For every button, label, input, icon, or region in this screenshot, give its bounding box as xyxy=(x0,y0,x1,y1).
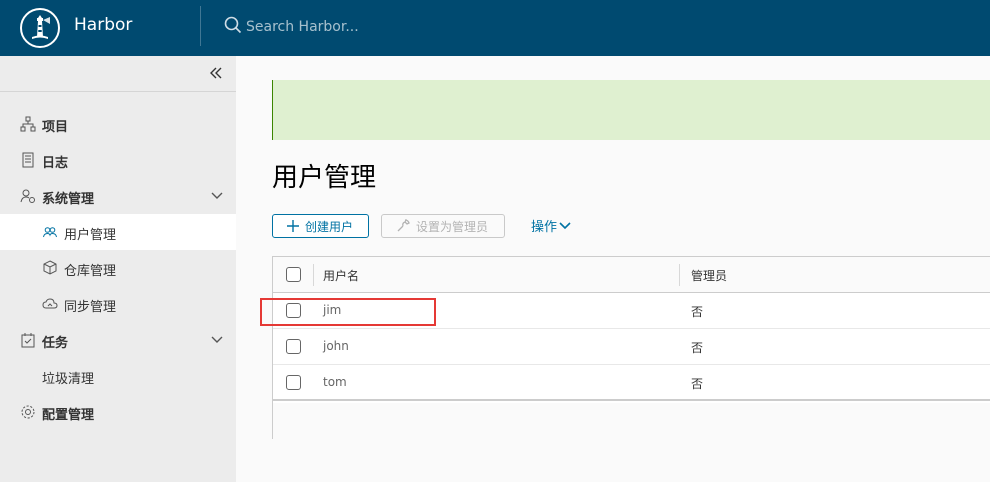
username-cell: tom xyxy=(323,375,347,389)
sidebar-item-label: 仓库管理 xyxy=(64,264,117,279)
plus-icon xyxy=(287,220,299,232)
sidebar-item-replication[interactable]: 同步管理 xyxy=(0,286,236,322)
wrench-icon xyxy=(396,219,410,233)
sidebar-item-label: 同步管理 xyxy=(64,300,117,315)
chevron-down-icon[interactable] xyxy=(210,190,224,202)
header-divider xyxy=(200,6,201,46)
replication-icon xyxy=(42,296,58,312)
sidebar-item-system-admin[interactable]: 系统管理 xyxy=(0,178,236,214)
sidebar-item-registries[interactable]: 仓库管理 xyxy=(0,250,236,286)
tasks-icon xyxy=(20,332,36,348)
sidebar-item-label: 配置管理 xyxy=(42,408,95,423)
table-row[interactable]: tom 否 xyxy=(273,365,990,401)
chevron-down-icon[interactable] xyxy=(210,334,224,346)
harbor-logo-icon[interactable] xyxy=(20,8,60,48)
sidebar-collapse-row xyxy=(0,56,236,92)
actions-label: 操作 xyxy=(531,220,558,235)
sidebar-item-label: 日志 xyxy=(42,156,69,171)
username-cell: jim xyxy=(323,303,342,317)
registries-icon xyxy=(42,260,58,276)
column-header-admin[interactable]: 管理员 xyxy=(691,267,727,284)
sidebar-item-label: 垃圾清理 xyxy=(42,372,95,387)
sidebar: 项目 日志 系统管理 用户管理 仓库管理 同步管理 任务 垃圾清理 配置管理 xyxy=(0,56,236,482)
users-table: 用户名 管理员 jim 否 john 否 tom 否 xyxy=(272,256,990,439)
sidebar-item-user-management[interactable]: 用户管理 xyxy=(0,214,236,250)
admin-cell: 否 xyxy=(691,377,704,391)
table-footer xyxy=(273,403,990,439)
system-admin-icon xyxy=(20,188,36,204)
select-all-checkbox[interactable] xyxy=(286,267,301,282)
search-icon xyxy=(224,16,242,38)
table-header: 用户名 管理员 xyxy=(273,257,990,293)
row-checkbox[interactable] xyxy=(286,303,301,318)
row-checkbox[interactable] xyxy=(286,375,301,390)
admin-cell: 否 xyxy=(691,341,704,355)
username-cell: john xyxy=(323,339,349,353)
column-header-username[interactable]: 用户名 xyxy=(323,267,359,284)
top-nav-bar: Harbor xyxy=(0,0,990,56)
alert-banner xyxy=(272,80,990,140)
sidebar-item-label: 系统管理 xyxy=(42,192,95,207)
gear-icon xyxy=(20,404,36,420)
sidebar-item-tasks[interactable]: 任务 xyxy=(0,322,236,358)
sidebar-item-label: 项目 xyxy=(42,120,69,135)
page-title: 用户管理 xyxy=(272,163,377,193)
global-search[interactable] xyxy=(224,14,524,40)
collapse-sidebar-icon[interactable] xyxy=(208,65,228,83)
actions-dropdown[interactable]: 操作 xyxy=(531,216,571,235)
set-admin-label: 设置为管理员 xyxy=(416,219,489,234)
sidebar-item-configuration[interactable]: 配置管理 xyxy=(0,394,236,430)
row-checkbox[interactable] xyxy=(286,339,301,354)
table-row[interactable]: jim 否 xyxy=(273,293,990,329)
main-content: 用户管理 创建用户 设置为管理员 操作 用户名 管理员 jim 否 john 否… xyxy=(236,56,990,482)
projects-icon xyxy=(20,116,36,132)
table-row[interactable]: john 否 xyxy=(273,329,990,365)
logs-icon xyxy=(20,152,36,168)
search-input[interactable] xyxy=(246,19,516,35)
sidebar-item-logs[interactable]: 日志 xyxy=(0,142,236,178)
chevron-down-icon xyxy=(559,221,571,229)
column-divider xyxy=(679,264,680,286)
sidebar-item-label: 用户管理 xyxy=(64,228,117,243)
brand-title[interactable]: Harbor xyxy=(74,15,132,35)
admin-cell: 否 xyxy=(691,305,704,319)
users-icon xyxy=(42,224,58,240)
sidebar-item-projects[interactable]: 项目 xyxy=(0,106,236,142)
new-user-label: 创建用户 xyxy=(305,219,354,234)
sidebar-item-garbage-collection[interactable]: 垃圾清理 xyxy=(0,358,236,394)
sidebar-item-label: 任务 xyxy=(42,336,69,351)
column-divider xyxy=(313,264,314,286)
set-admin-button[interactable]: 设置为管理员 xyxy=(381,214,505,238)
new-user-button[interactable]: 创建用户 xyxy=(272,214,369,238)
